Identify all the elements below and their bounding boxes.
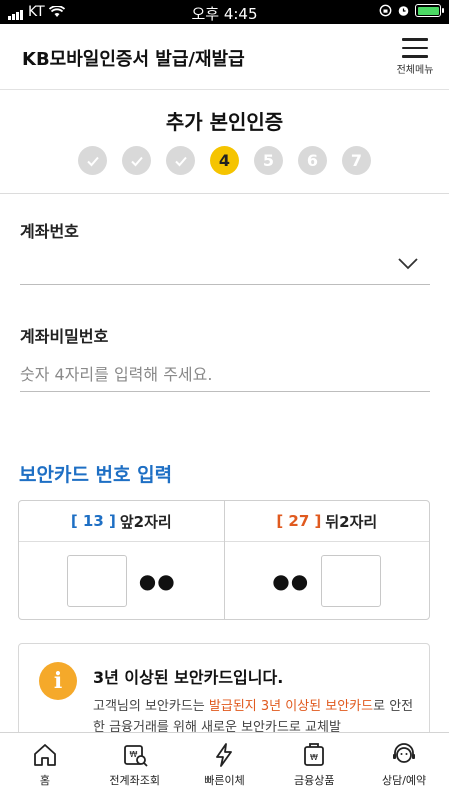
step-3-done bbox=[166, 146, 195, 175]
account-search-icon: ₩ bbox=[123, 745, 148, 767]
status-right bbox=[379, 4, 444, 17]
notice-title: 3년 이상된 보안카드입니다. bbox=[93, 668, 284, 687]
tab-home-label: 홈 bbox=[39, 774, 50, 787]
security-card-front: [ 13 ] 앞2자리 ●● bbox=[19, 501, 224, 619]
section-divider bbox=[0, 193, 449, 194]
back-index: [ 27 ] bbox=[276, 512, 322, 530]
security-card-title: 보안카드 번호 입력 bbox=[19, 464, 173, 486]
product-icon: ₩ bbox=[304, 743, 325, 766]
security-card-box: [ 13 ] 앞2자리 ●● [ 27 ] 뒤2자리 ●● bbox=[18, 500, 430, 620]
app-header: KB모바일인증서 발급/재발급 전체메뉴 bbox=[0, 24, 449, 90]
svg-text:₩: ₩ bbox=[310, 753, 318, 762]
back-digits-input[interactable] bbox=[321, 554, 382, 607]
step-6: 6 bbox=[298, 146, 327, 175]
tab-quick-transfer-label: 빠른이체 bbox=[204, 774, 245, 787]
step-5: 5 bbox=[254, 146, 283, 175]
tab-account-inquiry[interactable]: ₩ 전계좌조회 bbox=[90, 733, 180, 800]
step-7: 7 bbox=[342, 146, 371, 175]
back-masked-digits: ●● bbox=[272, 568, 310, 593]
front-index: [ 13 ] bbox=[70, 512, 116, 530]
security-card-front-body: ●● bbox=[19, 542, 224, 619]
check-icon bbox=[130, 156, 143, 166]
tab-consult-reserve[interactable]: 상담/예약 bbox=[359, 733, 449, 800]
security-card-back-header: [ 27 ] 뒤2자리 bbox=[224, 501, 429, 542]
front-masked-digits: ●● bbox=[138, 568, 176, 593]
front-digits-input[interactable] bbox=[66, 554, 127, 607]
security-card-back-body: ●● bbox=[225, 542, 430, 619]
notice-body-highlight: 발급된지 3년 이상된 보안카드 bbox=[208, 699, 374, 714]
account-password-input[interactable] bbox=[20, 357, 430, 392]
svg-text:₩: ₩ bbox=[129, 750, 137, 759]
rotation-lock-icon bbox=[379, 4, 392, 17]
home-icon bbox=[33, 744, 56, 766]
check-icon bbox=[86, 156, 99, 166]
alarm-icon bbox=[398, 6, 409, 16]
chevron-down-icon bbox=[398, 258, 418, 270]
back-label: 뒤2자리 bbox=[325, 512, 378, 531]
front-number: 13 bbox=[82, 512, 104, 530]
tab-account-inquiry-label: 전계좌조회 bbox=[109, 774, 160, 787]
status-bar: KT 오후 4:45 bbox=[0, 0, 449, 24]
stepper: 4 5 6 7 bbox=[0, 146, 449, 175]
account-number-label: 계좌번호 bbox=[20, 222, 79, 241]
step-title: 추가 본인인증 bbox=[165, 110, 284, 134]
back-number: 27 bbox=[288, 512, 310, 530]
notice-body-prefix: 고객님의 보안카드는 bbox=[93, 699, 209, 714]
battery-icon bbox=[415, 4, 444, 17]
info-icon: i bbox=[39, 662, 77, 700]
security-card-front-header: [ 13 ] 앞2자리 bbox=[19, 501, 224, 542]
tab-consult-reserve-label: 상담/예약 bbox=[381, 774, 427, 787]
account-number-select[interactable] bbox=[20, 248, 430, 285]
step-1-done bbox=[78, 146, 107, 175]
security-card-back: [ 27 ] 뒤2자리 ●● bbox=[223, 501, 430, 619]
account-password-label: 계좌비밀번호 bbox=[20, 327, 109, 346]
tab-financial-products[interactable]: ₩ 금융상품 bbox=[269, 733, 359, 800]
step-4-current: 4 bbox=[210, 146, 239, 175]
check-icon bbox=[174, 156, 187, 166]
step-2-done bbox=[122, 146, 151, 175]
tab-financial-products-label: 금융상품 bbox=[294, 774, 335, 787]
full-menu-label: 전체메뉴 bbox=[396, 64, 434, 76]
page-title: KB모바일인증서 발급/재발급 bbox=[22, 49, 245, 70]
hamburger-icon bbox=[402, 38, 428, 58]
bottom-tab-bar: 홈 ₩ 전계좌조회 빠른이체 ₩ 금융상품 상담/예약 bbox=[0, 732, 449, 800]
tab-home[interactable]: 홈 bbox=[0, 733, 90, 800]
full-menu-button[interactable]: 전체메뉴 bbox=[393, 38, 437, 84]
lightning-icon bbox=[216, 743, 233, 767]
front-label: 앞2자리 bbox=[119, 512, 172, 531]
tab-quick-transfer[interactable]: 빠른이체 bbox=[180, 733, 270, 800]
headset-icon bbox=[393, 743, 416, 763]
